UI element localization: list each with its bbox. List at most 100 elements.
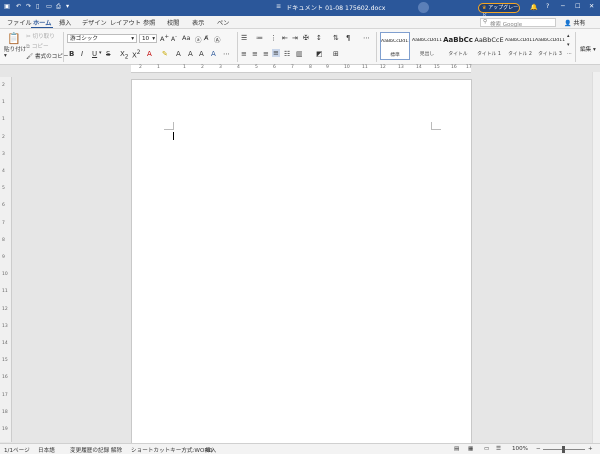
vertical-ruler[interactable]: 2 1 1 2 3 4 5 6 7 8 9 10 11 12 13 14 15 16 17 18 19 xyxy=(0,77,12,442)
print-layout-icon[interactable]: ▦ xyxy=(468,446,473,452)
cut-button[interactable]: ✂ 切り取り xyxy=(26,32,55,40)
fill-color-icon[interactable]: ◩ xyxy=(316,50,323,58)
avatar[interactable] xyxy=(418,2,429,13)
line-spacing-icon[interactable]: ↕ xyxy=(316,34,322,42)
change-case-icon[interactable]: Aa xyxy=(182,34,190,42)
save-icon[interactable]: ▭ xyxy=(46,3,52,10)
align-left-icon[interactable]: ≡ xyxy=(241,50,247,58)
horizontal-ruler[interactable]: 2 1 1 2 3 4 5 6 7 8 9 10 11 12 13 14 15 16 17 xyxy=(131,65,472,73)
qat-more-icon[interactable]: ▾ xyxy=(66,3,69,10)
copy-button[interactable]: ⧉ コピー xyxy=(26,42,49,51)
print-icon[interactable]: ⎙ xyxy=(56,3,61,11)
read-mode-icon[interactable]: ▤ xyxy=(454,446,459,452)
font-color-icon[interactable]: A xyxy=(147,50,152,58)
tab-review[interactable]: 校閲 xyxy=(165,18,181,27)
char-border-icon[interactable]: A xyxy=(188,50,193,58)
zoom-out-icon[interactable]: − xyxy=(536,446,541,452)
ruler-tick-label: 14 xyxy=(416,65,422,70)
align-center-icon[interactable]: ≡ xyxy=(252,50,258,58)
zoom-slider-thumb[interactable] xyxy=(562,446,565,453)
ruler-tick-label: 2 xyxy=(139,65,142,70)
language-indicator[interactable]: 日本語 xyxy=(38,446,55,454)
redo-icon[interactable]: ↷ xyxy=(26,3,31,10)
font-size-select[interactable]: 10 ▾ xyxy=(139,34,157,43)
tab-insert[interactable]: 挿入 xyxy=(57,18,73,27)
style-normal[interactable]: AaBbCcDd11 標準 xyxy=(380,32,410,60)
borders-icon[interactable]: ⊞ xyxy=(333,50,339,58)
paste-button[interactable]: 貼り付け xyxy=(4,45,26,53)
italic-icon[interactable]: I xyxy=(81,50,83,58)
tab-view[interactable]: 表示 xyxy=(190,18,206,27)
style-title-1[interactable]: AaBbCcE タイトル 1 xyxy=(474,32,504,60)
paste-icon[interactable]: 📋 xyxy=(7,32,21,45)
maximize-icon[interactable]: ☐ xyxy=(575,3,581,10)
increase-indent-icon[interactable]: ⇥ xyxy=(292,34,298,42)
grow-font-icon[interactable]: A+ xyxy=(160,34,169,43)
zoom-level[interactable]: 100% xyxy=(512,446,528,452)
new-doc-icon[interactable]: ▯ xyxy=(36,3,39,10)
bold-icon[interactable]: B xyxy=(69,50,74,58)
styles-scroll-up-icon[interactable]: ▴ xyxy=(567,33,570,39)
web-layout-icon[interactable]: ▭ xyxy=(484,446,489,452)
ruler-tick-label: 13 xyxy=(398,65,404,70)
style-title-2[interactable]: AaBbCcDd11 タイトル 2 xyxy=(505,32,535,60)
numbered-list-icon[interactable]: ≔ xyxy=(256,34,263,42)
zoom-in-icon[interactable]: + xyxy=(588,446,593,452)
show-marks-icon[interactable]: ¶ xyxy=(346,34,350,42)
superscript-icon[interactable]: X2 xyxy=(132,50,141,59)
style-heading[interactable]: AaBbCcDd11 見出し xyxy=(412,32,442,60)
bullet-list-icon[interactable]: ☰ xyxy=(241,34,247,42)
tab-design[interactable]: デザイン xyxy=(80,18,109,27)
shortcut-mode[interactable]: ショートカットキー方式:WORD xyxy=(131,446,213,454)
track-changes-status[interactable]: 変更履歴の記録 解除 xyxy=(70,446,122,454)
strikethrough-icon[interactable]: S xyxy=(106,50,110,58)
clear-format-icon[interactable]: A̸ xyxy=(204,34,208,42)
tab-references[interactable]: 参照 xyxy=(141,18,157,27)
tab-layout[interactable]: レイアウト xyxy=(108,18,143,27)
tab-home[interactable]: ホーム xyxy=(31,18,54,28)
shrink-font-icon[interactable]: A- xyxy=(171,34,177,43)
bell-icon[interactable]: 🔔 xyxy=(530,3,538,11)
justify-icon[interactable]: ≡ xyxy=(272,49,280,57)
share-button[interactable]: 👤 共有 xyxy=(564,18,585,27)
paragraph-options-icon[interactable]: ⋯ xyxy=(363,34,370,42)
outline-icon[interactable]: ☰ xyxy=(496,446,501,452)
undo-icon[interactable]: ↶ xyxy=(16,3,21,10)
align-right-icon[interactable]: ≡ xyxy=(263,50,269,58)
phonetic-guide-icon[interactable]: ⓐ xyxy=(195,34,202,44)
sort-icon[interactable]: ⇅ xyxy=(333,34,339,42)
styles-more-icon[interactable]: ⋯ xyxy=(567,51,572,57)
search-box[interactable]: ⚲ 検索 Google xyxy=(480,18,556,28)
page-indicator[interactable]: 1/1ページ xyxy=(4,446,30,454)
minimize-icon[interactable]: ─ xyxy=(561,3,565,10)
style-title[interactable]: AaBbCc タイトル xyxy=(443,32,473,60)
subscript-icon[interactable]: X2 xyxy=(120,50,129,60)
document-page[interactable] xyxy=(131,79,472,449)
tab-file[interactable]: ファイル xyxy=(5,18,34,27)
vertical-scrollbar[interactable] xyxy=(592,72,600,443)
multilevel-list-icon[interactable]: ⋮ xyxy=(270,34,277,42)
styles-scroll-down-icon[interactable]: ▾ xyxy=(567,42,570,48)
highlight-icon[interactable]: ✎ xyxy=(162,50,168,58)
underline-dropdown-icon[interactable]: ▾ xyxy=(99,50,102,56)
enclosed-char-icon[interactable]: Ⓐ xyxy=(214,34,221,44)
search-input[interactable]: 検索 Google xyxy=(490,20,522,28)
underline-icon[interactable]: U xyxy=(92,50,97,58)
tab-pen[interactable]: ペン xyxy=(215,18,231,27)
chinese-layout-icon[interactable]: ✠ xyxy=(303,34,309,42)
font-name-select[interactable]: 游ゴシック ▾ xyxy=(67,34,137,43)
distributed-icon[interactable]: ☷ xyxy=(284,50,290,58)
font-options-icon[interactable]: ⋯ xyxy=(223,50,230,58)
edit-button[interactable]: 編集 ▾ xyxy=(580,45,596,53)
decrease-indent-icon[interactable]: ⇤ xyxy=(282,34,288,42)
help-icon[interactable]: ? xyxy=(546,3,549,10)
paste-dropdown-icon[interactable]: ▾ xyxy=(4,53,7,59)
insert-mode[interactable]: 挿入 xyxy=(205,446,216,454)
shading-icon[interactable]: A xyxy=(176,50,181,58)
emphasis-icon[interactable]: A xyxy=(199,50,204,58)
style-title-3[interactable]: AaBbCcDd11 タイトル 3 xyxy=(535,32,565,60)
close-icon[interactable]: ✕ xyxy=(589,3,594,10)
columns-icon[interactable]: ▥ xyxy=(296,50,303,58)
text-effects-icon[interactable]: A xyxy=(211,50,216,58)
upgrade-button[interactable]: ♛ アップグレード xyxy=(478,3,520,19)
